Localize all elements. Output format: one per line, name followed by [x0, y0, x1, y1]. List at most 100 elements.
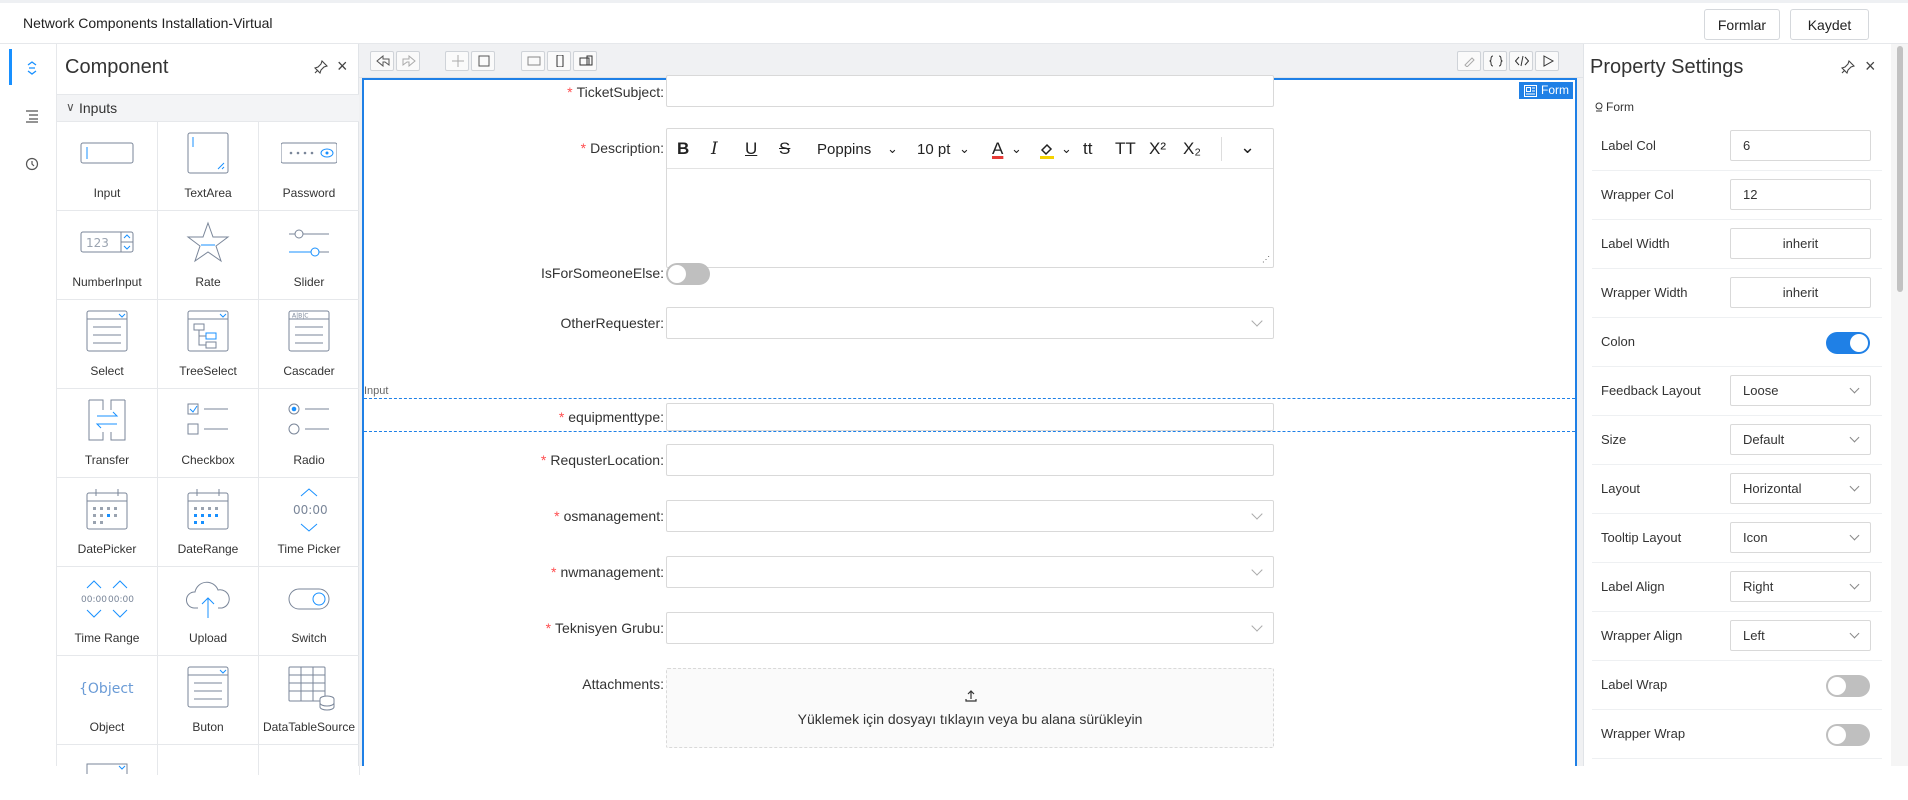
scrollbar-thumb[interactable]: [1897, 46, 1903, 292]
chevron-down-icon[interactable]: ⌄: [1011, 141, 1022, 157]
component-item-upload[interactable]: Upload: [158, 567, 259, 656]
text-transform-button[interactable]: tt: [1083, 139, 1092, 159]
font-family-select[interactable]: Poppins: [817, 141, 871, 158]
text-color-button[interactable]: A: [992, 139, 1003, 159]
design-mode-icon[interactable]: [1457, 51, 1481, 71]
breadcrumb[interactable]: Form: [1594, 100, 1634, 114]
password-icon: [280, 131, 338, 177]
history-icon[interactable]: [24, 156, 40, 172]
nwmanagement-select[interactable]: [666, 556, 1274, 588]
size-select[interactable]: Default: [1730, 424, 1871, 455]
uppercase-button[interactable]: TT: [1115, 139, 1136, 159]
requster-location-input[interactable]: [666, 444, 1274, 476]
desktop-view-icon[interactable]: [521, 51, 545, 71]
component-item-slider[interactable]: Slider: [259, 211, 360, 300]
redo-icon[interactable]: [396, 51, 420, 71]
component-item-radio[interactable]: Radio: [259, 389, 360, 478]
italic-button[interactable]: I: [711, 139, 718, 159]
component-item-transfer[interactable]: Transfer: [57, 389, 158, 478]
colon-switch[interactable]: [1826, 332, 1870, 354]
component-item-rate[interactable]: Rate: [158, 211, 259, 300]
other-requester-select[interactable]: [666, 307, 1274, 339]
wrapper-width-input[interactable]: inherit: [1730, 277, 1871, 308]
chevron-down-icon[interactable]: ⌄: [1061, 141, 1072, 157]
pin-icon[interactable]: [1840, 59, 1856, 75]
formlar-button[interactable]: Formlar: [1704, 9, 1780, 40]
label-align-select[interactable]: Right: [1730, 571, 1871, 602]
preview-play-icon[interactable]: [1535, 51, 1559, 71]
equipmenttype-input[interactable]: [666, 403, 1274, 431]
close-icon[interactable]: ×: [1865, 57, 1876, 75]
component-item-partial[interactable]: [259, 745, 360, 775]
json-view-icon[interactable]: [1483, 51, 1507, 71]
component-item-datepicker[interactable]: DatePicker: [57, 478, 158, 567]
undo-icon[interactable]: [370, 51, 394, 71]
move-icon[interactable]: [445, 51, 469, 71]
chevron-down-icon[interactable]: ⌄: [959, 141, 970, 157]
form-tag[interactable]: Form: [1519, 82, 1573, 99]
responsive-view-icon[interactable]: [573, 51, 597, 71]
description-rich-text-editor[interactable]: B I U S Poppins ⌄ 10 pt ⌄ A ⌄ ⌄ tt TT X²…: [666, 128, 1274, 268]
component-item-partial[interactable]: [158, 745, 259, 775]
component-item-timepicker[interactable]: 00:00 Time Picker: [259, 478, 360, 567]
selection-icon[interactable]: [471, 51, 495, 71]
feedback-layout-select[interactable]: Loose: [1730, 375, 1871, 406]
component-item-daterange[interactable]: DateRange: [158, 478, 259, 567]
outline-icon[interactable]: [24, 108, 40, 124]
component-item-textarea[interactable]: TextArea: [158, 122, 259, 211]
label-col-input[interactable]: 6: [1730, 130, 1871, 161]
component-item-timerange[interactable]: 00:00 00:00 Time Range: [57, 567, 158, 656]
property-panel-scrollbar[interactable]: [1891, 44, 1908, 766]
font-size-select[interactable]: 10 pt: [917, 141, 950, 158]
label-width-input[interactable]: inherit: [1730, 228, 1871, 259]
bold-button[interactable]: B: [677, 139, 689, 159]
underline-button[interactable]: U: [745, 139, 757, 159]
teknisyen-grubu-select[interactable]: [666, 612, 1274, 644]
resize-handle-icon[interactable]: ⋰: [1262, 255, 1270, 264]
select-icon: [79, 309, 135, 355]
layout-select[interactable]: Horizontal: [1730, 473, 1871, 504]
close-icon[interactable]: ×: [337, 57, 348, 75]
upload-hint: Yüklemek için dosyayı tıklayın veya bu a…: [797, 711, 1143, 727]
wrapper-align-select[interactable]: Left: [1730, 620, 1871, 651]
component-item-switch[interactable]: Switch: [259, 567, 360, 656]
component-item-cascader[interactable]: A|B|C Cascader: [259, 300, 360, 389]
highlight-icon[interactable]: [1039, 141, 1055, 164]
component-label: Slider: [293, 275, 325, 289]
category-inputs[interactable]: ∨ Inputs: [57, 94, 359, 122]
component-item-select[interactable]: Select: [57, 300, 158, 389]
superscript-button[interactable]: X²: [1149, 139, 1166, 159]
component-item-object[interactable]: {Object} Object: [57, 656, 158, 745]
component-item-buton[interactable]: Buton: [158, 656, 259, 745]
component-panel: Component × ∨ Inputs Input TextArea Pass…: [57, 44, 360, 777]
field-label: * RequsterLocation:: [541, 452, 664, 468]
ticket-subject-input[interactable]: [666, 75, 1274, 107]
page-title: Network Components Installation-Virtual: [23, 15, 273, 31]
label-wrap-switch[interactable]: [1826, 675, 1870, 697]
mobile-view-icon[interactable]: [547, 51, 571, 71]
component-item-partial[interactable]: [57, 745, 158, 777]
pin-icon[interactable]: [313, 59, 329, 75]
component-item-numberinput[interactable]: 123 NumberInput: [57, 211, 158, 300]
component-icon[interactable]: [24, 60, 40, 76]
osmanagement-select[interactable]: [666, 500, 1274, 532]
strikethrough-button[interactable]: S: [779, 139, 790, 159]
field-label: * TicketSubject:: [567, 84, 664, 100]
more-options-chevron-icon[interactable]: ⌄: [1240, 137, 1255, 158]
component-item-checkbox[interactable]: Checkbox: [158, 389, 259, 478]
tooltip-layout-select[interactable]: Icon: [1730, 522, 1871, 553]
component-item-password[interactable]: Password: [259, 122, 360, 211]
component-item-input[interactable]: Input: [57, 122, 158, 211]
kaydet-button[interactable]: Kaydet: [1790, 9, 1869, 40]
chevron-down-icon[interactable]: ⌄: [887, 141, 898, 157]
wrapper-col-input[interactable]: 12: [1730, 179, 1871, 210]
wrapper-wrap-switch[interactable]: [1826, 724, 1870, 746]
prop-size: Size Default: [1592, 416, 1882, 465]
is-for-someone-else-switch[interactable]: [666, 263, 710, 285]
code-view-icon[interactable]: [1509, 51, 1533, 71]
component-item-treeselect[interactable]: TreeSelect: [158, 300, 259, 389]
component-item-datatablesource[interactable]: DataTableSource: [259, 656, 360, 745]
subscript-button[interactable]: X₂: [1183, 139, 1201, 159]
time-range-icon: 00:00 00:00: [79, 576, 135, 622]
attachments-upload-dropzone[interactable]: Yüklemek için dosyayı tıklayın veya bu a…: [666, 668, 1274, 748]
